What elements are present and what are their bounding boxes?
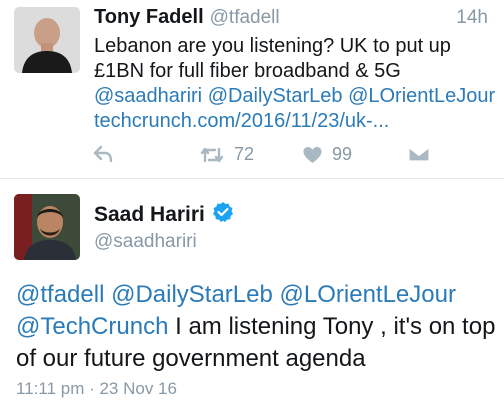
mention-link[interactable]: @TechCrunch: [16, 313, 168, 340]
like-count: 99: [332, 144, 353, 164]
author-line: Tony Fadell @tfadell: [94, 6, 280, 29]
url-link[interactable]: techcrunch.com/2016/11/23/uk-...: [94, 110, 389, 132]
tweet-actions: 72 99: [0, 141, 504, 171]
avatar[interactable]: [14, 7, 80, 73]
heart-icon: [303, 146, 322, 163]
mention-link[interactable]: @tfadell: [16, 281, 104, 308]
like-button[interactable]: 99: [303, 144, 352, 165]
tweet-text-plain: Lebanon are you listening? UK to put up …: [94, 35, 451, 82]
retweet-button[interactable]: 72: [200, 144, 254, 165]
avatar[interactable]: [14, 194, 80, 260]
mention-link[interactable]: @saadhariri: [94, 85, 202, 107]
tweet-saad-hariri[interactable]: Saad Hariri @saadhariri @tfadell @DailyS…: [0, 179, 504, 414]
mention-link[interactable]: @LOrientLeJour: [280, 281, 456, 308]
display-name[interactable]: Tony Fadell: [94, 6, 204, 28]
tweet-timestamp[interactable]: 11:11 pm · 23 Nov 16: [16, 379, 177, 399]
avatar-photo-icon: [14, 194, 80, 260]
avatar-photo-icon: [14, 7, 80, 73]
tweet-text: @tfadell @DailyStarLeb @LOrientLeJour @T…: [16, 279, 496, 375]
display-name[interactable]: Saad Hariri: [94, 203, 205, 227]
tweet-text: Lebanon are you listening? UK to put up …: [94, 34, 496, 134]
author-handle[interactable]: @saadhariri: [94, 231, 197, 253]
tweet-time: 14h: [456, 7, 488, 28]
mention-link[interactable]: @DailyStarLeb: [111, 281, 273, 308]
tweet-tony-fadell[interactable]: Tony Fadell @tfadell 14h Lebanon are you …: [0, 0, 504, 176]
retweet-icon: [200, 147, 224, 162]
author-handle[interactable]: @tfadell: [210, 7, 280, 28]
direct-message-button[interactable]: [408, 146, 430, 162]
reply-icon: [93, 145, 113, 163]
mention-link[interactable]: @DailyStarLeb: [208, 85, 343, 107]
direct-message-icon: [408, 146, 430, 162]
verified-badge-icon: [212, 201, 234, 229]
reply-button[interactable]: [93, 145, 113, 163]
mention-link[interactable]: @LOrientLeJour: [348, 85, 495, 107]
retweet-count: 72: [234, 144, 255, 164]
author-line: Saad Hariri: [94, 201, 234, 229]
